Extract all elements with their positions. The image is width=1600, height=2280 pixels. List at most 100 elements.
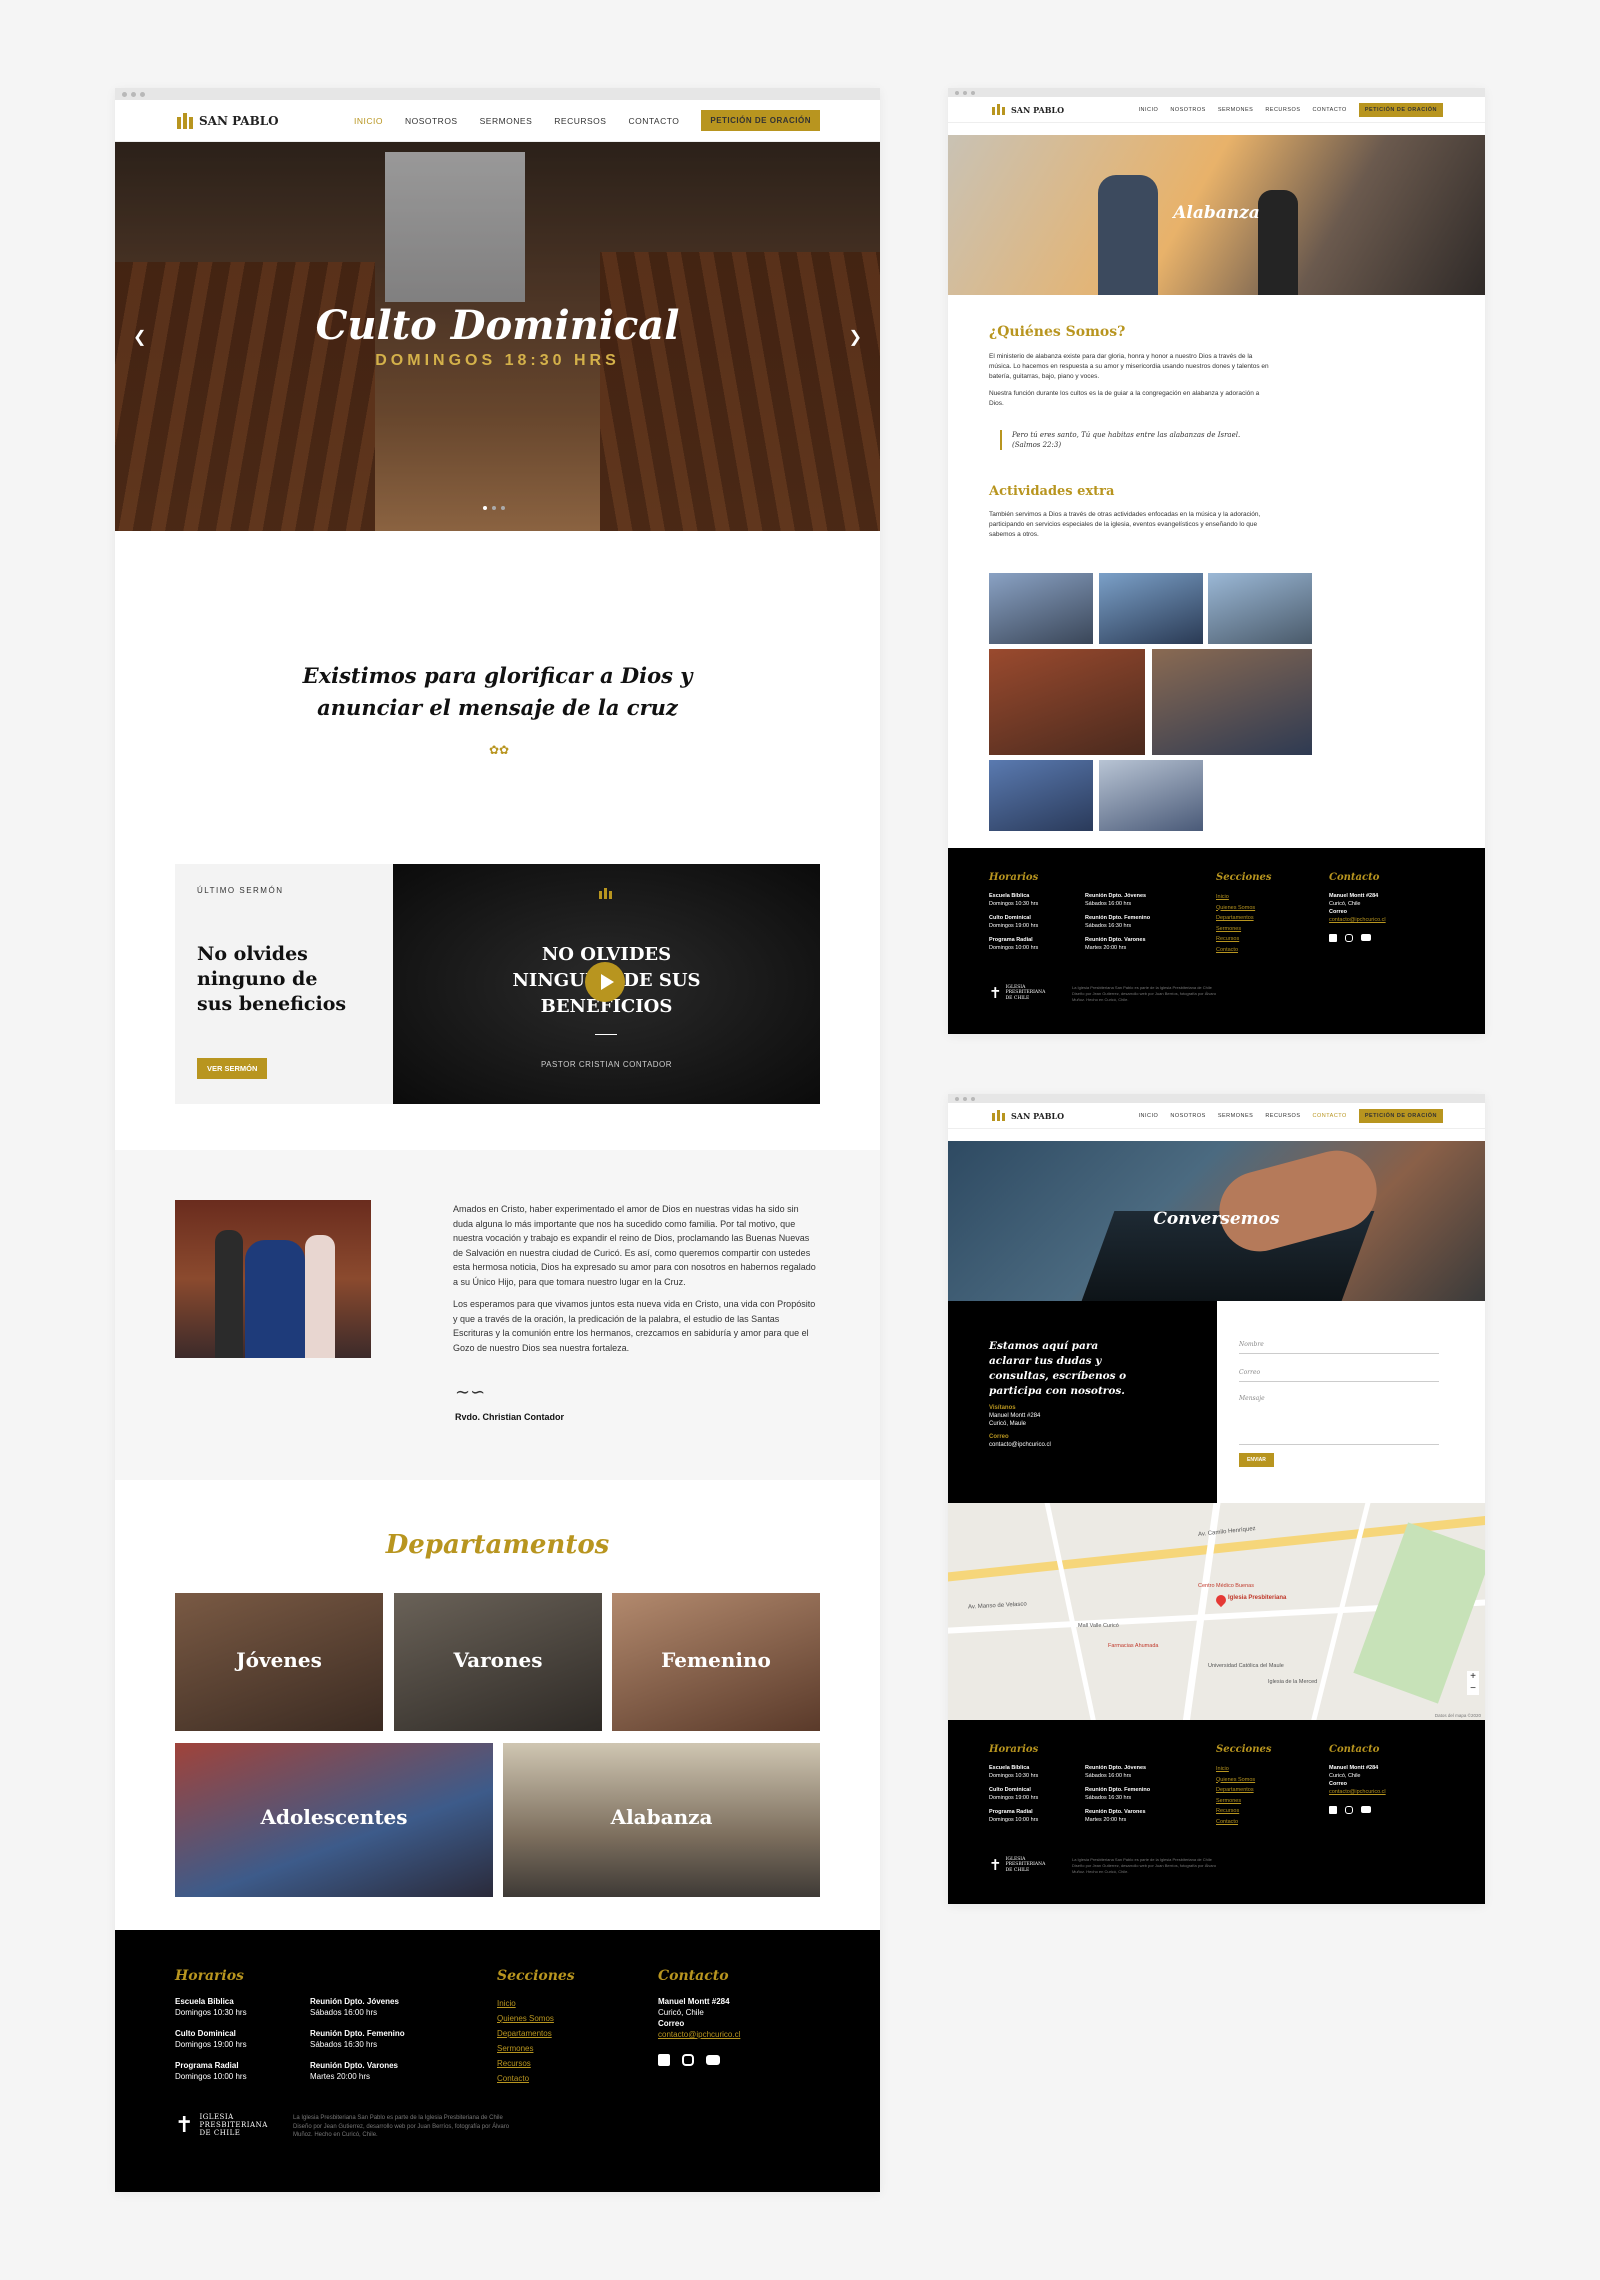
footer-link-quienes-somos[interactable]: Quienes Somos — [497, 2011, 554, 2026]
brand-name: SAN PABLO — [199, 113, 279, 128]
prayer-request-button[interactable]: PETICIÓN DE ORACIÓN — [701, 110, 820, 131]
footer-mail-link[interactable]: contacto@ipchcurico.cl — [1329, 916, 1386, 924]
nav-recursos[interactable]: RECURSOS — [554, 116, 606, 126]
map-attribution: Datos del mapa ©2020 — [1434, 1713, 1481, 1718]
nav-recursos[interactable]: RECURSOS — [1265, 107, 1300, 113]
footer-link-quienes-somos[interactable]: Quienes Somos — [1216, 1775, 1255, 1786]
hero-title: Culto Dominical — [315, 302, 680, 349]
nav-inicio[interactable]: INICIO — [1139, 107, 1159, 113]
instagram-icon[interactable] — [1345, 1806, 1353, 1814]
schedule-name: Culto Dominical — [989, 1787, 1031, 1793]
brand-name: SAN PABLO — [1011, 104, 1065, 115]
map-pin-icon[interactable] — [1213, 1592, 1229, 1608]
gallery-photo[interactable] — [1099, 760, 1203, 831]
department-card-alabanza[interactable]: Alabanza — [503, 1743, 820, 1897]
map-pin-label: Iglesia Presbiteriana — [1228, 1595, 1287, 1601]
nav-contacto[interactable]: CONTACTO — [628, 116, 679, 126]
nav-nosotros[interactable]: NOSOTROS — [1170, 1113, 1205, 1119]
footer-link-sermones[interactable]: Sermones — [1216, 1796, 1255, 1807]
nav-inicio[interactable]: INICIO — [1139, 1113, 1159, 1119]
site-logo[interactable]: SAN PABLO — [177, 112, 279, 129]
view-sermon-button[interactable]: VER SERMÓN — [197, 1058, 268, 1079]
footer-link-sermones[interactable]: Sermones — [1216, 924, 1255, 935]
footer-link-inicio[interactable]: Inicio — [497, 1996, 554, 2011]
facebook-icon[interactable] — [1329, 1806, 1337, 1814]
footer-link-contacto[interactable]: Contacto — [497, 2071, 554, 2086]
pastor-family-photo — [175, 1200, 371, 1358]
footer-link-contacto[interactable]: Contacto — [1216, 945, 1255, 956]
home-navbar: SAN PABLO INICIO NOSOTROS SERMONES RECUR… — [115, 100, 880, 142]
nav-sermones[interactable]: SERMONES — [1218, 1113, 1253, 1119]
footer-link-recursos[interactable]: Recursos — [497, 2056, 554, 2071]
footer-link-departamentos[interactable]: Departamentos — [497, 2026, 554, 2041]
footer-mail-link[interactable]: contacto@ipchcurico.cl — [1329, 1788, 1386, 1796]
sermon-card: ÚLTIMO SERMÓN No olvides ninguno de sus … — [175, 864, 820, 1104]
footer-link-contacto[interactable]: Contacto — [1216, 1817, 1255, 1828]
slider-dots[interactable] — [483, 506, 505, 510]
extra-title: Actividades extra — [989, 484, 1115, 499]
nav-contacto[interactable]: CONTACTO — [1312, 107, 1346, 113]
map-place-label: Centro Médico Buenas — [1198, 1583, 1254, 1589]
gallery-photo[interactable] — [989, 649, 1145, 755]
slider-prev-arrow-icon[interactable]: ❮ — [133, 327, 146, 347]
nav-nosotros[interactable]: NOSOTROS — [1170, 107, 1205, 113]
department-card-adolescentes[interactable]: Adolescentes — [175, 1743, 493, 1897]
gallery-photo[interactable] — [989, 760, 1093, 831]
zoom-in-button[interactable]: + — [1467, 1671, 1479, 1683]
footer-link-departamentos[interactable]: Departamentos — [1216, 1785, 1255, 1796]
nav-sermones[interactable]: SERMONES — [480, 116, 533, 126]
gallery-photo[interactable] — [1152, 649, 1312, 755]
nav-sermones[interactable]: SERMONES — [1218, 107, 1253, 113]
footer-link-departamentos[interactable]: Departamentos — [1216, 913, 1255, 924]
facebook-icon[interactable] — [658, 2054, 670, 2066]
schedule-name: Reunión Dpto. Femenino — [1085, 915, 1151, 921]
youtube-icon[interactable] — [1361, 1806, 1371, 1813]
browser-chrome — [948, 88, 1485, 97]
footer-link-inicio[interactable]: Inicio — [1216, 1764, 1255, 1775]
gallery-photo[interactable] — [1099, 573, 1203, 644]
sermon-video-player[interactable]: NO OLVIDES NINGUNO DE SUS BENEFICIOS PAS… — [393, 864, 820, 1104]
credits-line-3: Muñoz. Hecho en Curicó, Chile. — [293, 2132, 378, 2138]
footer-link-sermones[interactable]: Sermones — [497, 2041, 554, 2056]
nav-nosotros[interactable]: NOSOTROS — [405, 116, 458, 126]
department-card-femenino[interactable]: Femenino — [612, 1593, 820, 1731]
footer-link-recursos[interactable]: Recursos — [1216, 1806, 1255, 1817]
footer-contact-info: Manuel Montt #284 Curicó, Chile Correo c… — [658, 1996, 740, 2040]
prayer-request-button[interactable]: PETICIÓN DE ORACIÓN — [1358, 102, 1443, 117]
location-map[interactable]: Av. Camilo Henríquez Av. Manso de Velasc… — [948, 1503, 1485, 1720]
instagram-icon[interactable] — [1345, 934, 1353, 942]
message-field[interactable]: Mensaje — [1239, 1395, 1439, 1445]
instagram-icon[interactable] — [682, 2054, 694, 2066]
site-logo[interactable]: SAN PABLO — [992, 104, 1064, 115]
email-field[interactable]: Correo — [1239, 1369, 1439, 1382]
department-card-varones[interactable]: Varones — [394, 1593, 602, 1731]
prayer-request-button[interactable]: PETICIÓN DE ORACIÓN — [1358, 1108, 1443, 1123]
slider-next-arrow-icon[interactable]: ❯ — [849, 327, 862, 347]
gallery-photo[interactable] — [1208, 573, 1312, 644]
org-line-2: PRESBITERIANA — [1005, 1862, 1046, 1868]
footer-link-inicio[interactable]: Inicio — [1216, 892, 1255, 903]
schedule-name: Escuela Bíblica — [989, 1765, 1030, 1771]
youtube-icon[interactable] — [706, 2055, 720, 2065]
department-card-jovenes[interactable]: Jóvenes — [175, 1593, 383, 1731]
cross-logo-icon: ✝ — [989, 1857, 1002, 1874]
youtube-icon[interactable] — [1361, 934, 1371, 941]
nav-recursos[interactable]: RECURSOS — [1265, 1113, 1300, 1119]
send-button[interactable]: ENVIAR — [1239, 1453, 1274, 1467]
footer-link-quienes-somos[interactable]: Quienes Somos — [1216, 903, 1255, 914]
nav-contacto[interactable]: CONTACTO — [1312, 1113, 1346, 1119]
name-field[interactable]: Nombre — [1239, 1341, 1439, 1354]
play-button-icon[interactable] — [585, 962, 625, 1002]
contact-mail[interactable]: contacto@ipchcurico.cl — [989, 1442, 1051, 1448]
facebook-icon[interactable] — [1329, 934, 1337, 942]
site-logo[interactable]: SAN PABLO — [992, 1110, 1064, 1121]
gallery-photo[interactable] — [989, 573, 1093, 644]
footer-link-recursos[interactable]: Recursos — [1216, 934, 1255, 945]
schedule-name: Escuela Bíblica — [989, 893, 1030, 899]
nav-inicio[interactable]: INICIO — [354, 116, 383, 126]
org-line-1: IGLESIA — [199, 2113, 234, 2121]
schedule-time: Sábados 16:00 hrs — [1085, 1773, 1132, 1779]
footer-mail-link[interactable]: contacto@ipchcurico.cl — [658, 2029, 740, 2040]
footer-address: Manuel Montt #284 — [1329, 893, 1379, 899]
zoom-out-button[interactable]: − — [1467, 1683, 1479, 1695]
